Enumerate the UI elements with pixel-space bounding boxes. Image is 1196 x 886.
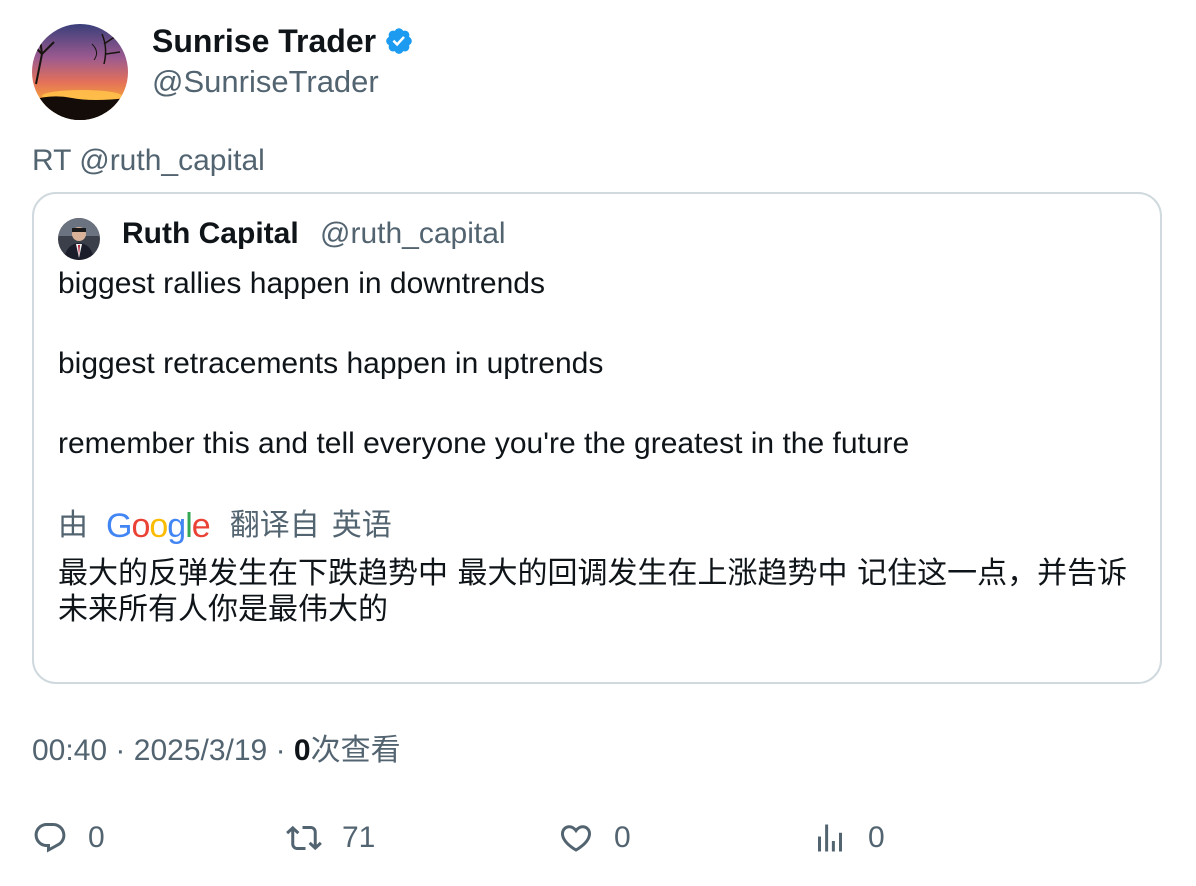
sunset-avatar-image <box>32 24 128 120</box>
meta-separator: · <box>275 734 286 767</box>
views-button[interactable]: 0 <box>812 818 885 858</box>
tweet-metadata: 00:40 · 2025/3/19 · 0次查看 <box>32 733 401 769</box>
author-name-row: Sunrise Trader <box>152 22 414 60</box>
quoted-author-handle[interactable]: @ruth_capital <box>320 216 506 252</box>
retweet-count: 71 <box>342 821 376 854</box>
author-handle[interactable]: @SunriseTrader <box>152 64 379 100</box>
tweet-time[interactable]: 00:40 <box>32 734 107 767</box>
heart-icon <box>560 825 592 852</box>
meta-separator: · <box>115 734 126 767</box>
quoted-author-avatar[interactable] <box>58 218 100 260</box>
person-avatar-image <box>58 218 100 260</box>
quoted-text-line: biggest rallies happen in downtrends <box>58 267 545 300</box>
like-button[interactable]: 0 <box>558 818 631 858</box>
quoted-author-name[interactable]: Ruth Capital <box>122 216 299 252</box>
retweet-button[interactable]: 71 <box>286 818 375 858</box>
reply-button[interactable]: 0 <box>32 818 105 858</box>
quoted-text-line: biggest retracements happen in uptrends <box>58 347 604 380</box>
author-avatar[interactable] <box>32 24 128 120</box>
reply-count: 0 <box>88 821 105 854</box>
retweet-icon <box>286 825 322 851</box>
verified-badge-icon[interactable] <box>384 26 414 56</box>
translation-attribution[interactable]: 由 Google 翻译自 英语 <box>58 506 392 546</box>
author-display-name[interactable]: Sunrise Trader <box>152 22 376 60</box>
quoted-text-line: remember this and tell everyone you're t… <box>58 427 910 460</box>
views-count: 0 <box>868 821 885 854</box>
view-count-label: 次查看 <box>310 733 401 768</box>
translation-from-label: 翻译自 <box>229 508 320 543</box>
quoted-tweet-card[interactable]: Ruth Capital @ruth_capital biggest ralli… <box>32 192 1162 684</box>
view-count: 0 <box>293 734 311 767</box>
translation-source-language: 英语 <box>331 508 392 543</box>
translated-text: 最大的反弹发生在下跌趋势中 最大的回调发生在上涨趋势中 记住这一点，并告诉未来所… <box>58 556 1128 627</box>
translation-by-label: 由 <box>58 508 88 543</box>
analytics-bar-icon <box>818 824 842 852</box>
like-count: 0 <box>614 821 631 854</box>
tweet-date[interactable]: 2025/3/19 <box>134 734 267 767</box>
reply-icon <box>34 823 66 853</box>
google-logo: Google <box>106 507 211 545</box>
retweet-text: RT @ruth_capital <box>32 144 265 177</box>
